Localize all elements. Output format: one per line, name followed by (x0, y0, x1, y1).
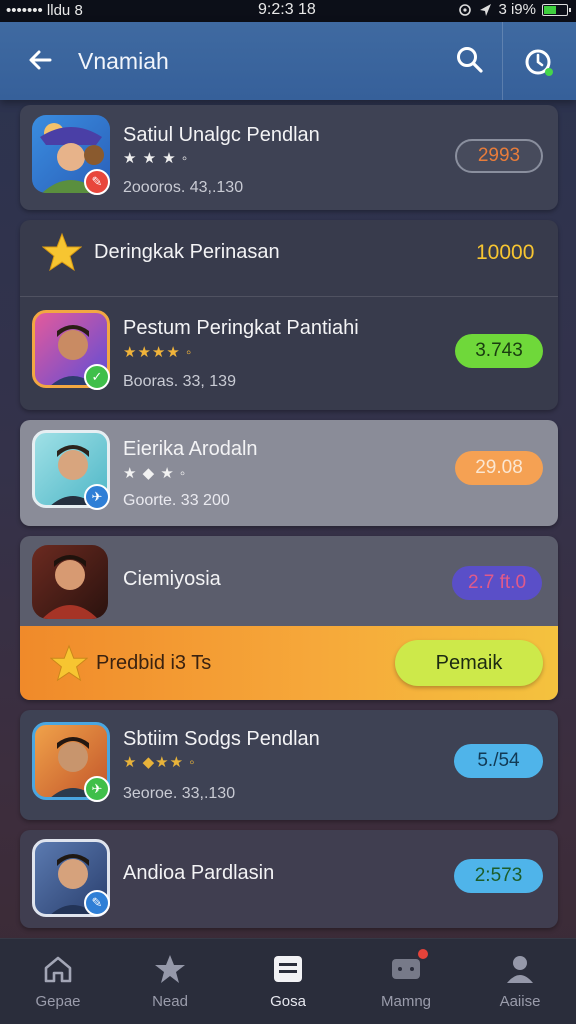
score-pill[interactable]: 2:573 (454, 859, 543, 893)
score-pill[interactable]: 2.7 ft.0 (452, 566, 542, 600)
score-pill[interactable]: 3.743 (455, 334, 543, 368)
nav-item-home[interactable]: Gepae (8, 939, 108, 1024)
ranking-section: Deringkak Perinasan 10000 ✓ Pestum Perin… (20, 220, 558, 410)
carrier-text: ••••••• lldu 8 (6, 2, 83, 19)
nav-label: Nead (152, 993, 188, 1010)
page-title: Vnamiah (78, 48, 169, 74)
nav-item-menu[interactable]: Gosa (238, 939, 338, 1024)
app-header: Vnamiah (0, 22, 576, 100)
list-item[interactable]: ✈ Eierika Arodaln ★ ◆ ★ ◦ Goorte. 33 200… (20, 420, 558, 526)
nav-label: Aaiise (499, 993, 541, 1010)
battery-icon (542, 3, 571, 16)
status-time: 9:2:3 18 (258, 1, 316, 18)
star-icon (50, 644, 88, 682)
nav-item-profile[interactable]: Aaiise (470, 939, 570, 1024)
nav-label: Gosa (270, 993, 306, 1010)
item-name: Pestum Peringkat Pantiahi (123, 317, 359, 339)
battery-percent: 3 i9% (498, 1, 536, 18)
item-name: Andioa Pardlasin (123, 862, 275, 884)
score-pill[interactable]: 2993 (455, 139, 543, 173)
pin-badge-icon: ✈ (84, 484, 110, 510)
bottom-nav: Gepae Nead Gosa Mamng Aaiise (0, 938, 576, 1024)
check-badge-icon: ✓ (84, 364, 110, 390)
nav-label: Gepae (35, 993, 81, 1010)
menu-icon (274, 956, 302, 982)
rating-stars: ★ ★ ★ ◦ (123, 150, 189, 167)
rating-stars: ★ ◆★★ ◦ (123, 754, 196, 771)
item-name: Satiul Unalgc Pendlan (123, 124, 320, 146)
notification-badge (416, 947, 430, 961)
star-icon (155, 955, 185, 983)
rating-stars: ★ ◆ ★ ◦ (123, 465, 187, 482)
home-icon (44, 956, 72, 983)
rating-stars: ★★★★ ◦ (123, 344, 193, 361)
status-right: 3 i9% (458, 1, 571, 18)
item-name: Ciemiyosia (123, 568, 221, 590)
item-subtext: 3eoroe. 33,.130 (123, 785, 236, 802)
score-pill[interactable]: 5./54 (454, 744, 543, 778)
status-bar: ••••••• lldu 8 9:2:3 18 3 i9% (0, 0, 576, 22)
nav-label: Mamng (380, 993, 432, 1010)
star-icon (42, 232, 82, 272)
item-subtext: 2oooros. 43,.130 (123, 179, 244, 196)
score-pill[interactable]: 29.08 (455, 451, 543, 485)
edit-badge-icon: ✎ (84, 890, 110, 916)
item-subtext: Goorte. 33 200 (123, 492, 230, 509)
navigation-icon (480, 3, 492, 16)
pin-badge-icon: ✈ (84, 776, 110, 802)
ranking-label: Deringkak Perinasan (94, 241, 280, 263)
avatar (32, 545, 108, 619)
timer-icon[interactable] (520, 44, 556, 80)
nav-item-favorites[interactable]: Nead (120, 939, 220, 1024)
promo-label: Predbid i3 Ts (96, 652, 212, 674)
edit-badge-icon: ✎ (84, 169, 110, 195)
promo-banner: Predbid i3 Ts Pemaik (20, 626, 558, 700)
location-icon (459, 3, 472, 16)
list-item[interactable]: ✈ Sbtiim Sodgs Pendlan ★ ◆★★ ◦ 3eoroe. 3… (20, 710, 558, 820)
divider (20, 296, 558, 297)
ranking-value: 10000 (476, 241, 535, 264)
profile-icon (507, 956, 533, 983)
list-item[interactable]: ✎ Satiul Unalgc Pendlan ★ ★ ★ ◦ 2oooros.… (20, 105, 558, 210)
item-name: Sbtiim Sodgs Pendlan (123, 728, 320, 750)
list-item[interactable]: ✎ Andioa Pardlasin 2:573 (20, 830, 558, 928)
nav-item-messages[interactable]: Mamng (356, 939, 456, 1024)
promo-button[interactable]: Pemaik (395, 640, 543, 686)
search-icon[interactable] (454, 44, 486, 76)
header-divider (502, 22, 503, 100)
back-arrow-icon[interactable] (24, 44, 56, 76)
item-subtext: Booras. 33, 139 (123, 373, 236, 390)
signal-indicator: ••••••• lldu 8 (6, 2, 83, 19)
item-name: Eierika Arodaln (123, 438, 258, 460)
